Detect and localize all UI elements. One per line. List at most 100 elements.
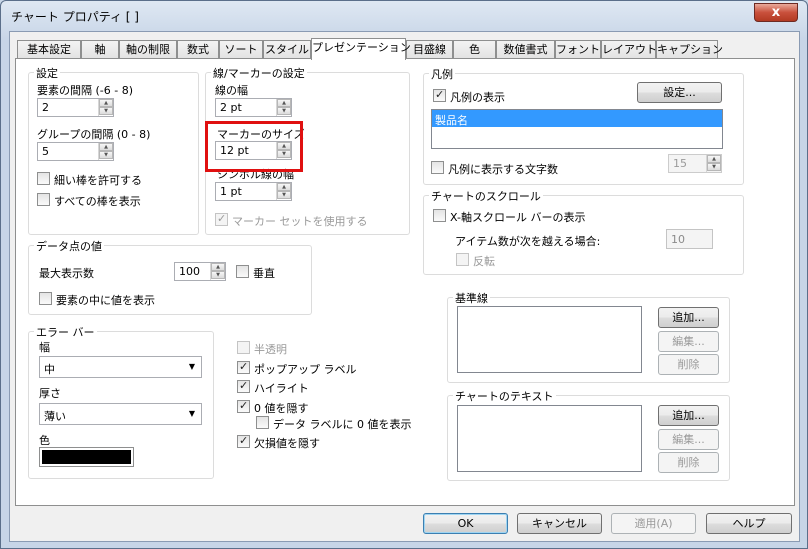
allow-thin-bars-checkbox[interactable] <box>37 172 50 185</box>
help-button[interactable]: ヘルプ <box>706 513 792 534</box>
spin-up-icon[interactable]: ▲ <box>211 263 225 271</box>
reference-lines-listbox[interactable] <box>457 306 642 373</box>
hide-missing-checkbox[interactable] <box>237 434 250 448</box>
tab-2[interactable]: 軸の制限 <box>119 40 177 59</box>
tab-9[interactable]: 数値書式 <box>496 40 555 59</box>
legend-items: 製品名 <box>432 110 722 127</box>
max-display-spinner[interactable]: 100 ▲ ▼ <box>174 262 226 281</box>
legend-list-item[interactable]: 製品名 <box>432 110 722 127</box>
reference-add-button[interactable]: 追加... <box>658 307 719 328</box>
tab-0[interactable]: 基本設定 <box>17 40 81 59</box>
x-scroll-checkbox[interactable] <box>433 209 446 222</box>
cancel-button[interactable]: キャンセル <box>517 513 602 534</box>
show-inside-checkbox[interactable] <box>39 292 52 305</box>
apply-button[interactable]: 適用(A) <box>611 513 696 534</box>
max-display-value: 100 <box>179 265 200 278</box>
chevron-down-icon: ▼ <box>188 362 195 371</box>
reference-lines-title: 基準線 <box>453 290 490 306</box>
color-label: 色 <box>39 434 50 447</box>
limit-chars-spinner[interactable]: 15 ▲ ▼ <box>668 154 722 173</box>
spin-up-icon[interactable]: ▲ <box>99 99 113 107</box>
element-spacing-value: 2 <box>42 101 49 114</box>
ok-button[interactable]: OK <box>423 513 508 534</box>
limit-chars-value: 15 <box>673 157 687 170</box>
allow-thin-bars-label: 細い棒を許可する <box>54 174 142 187</box>
show-legend-label: 凡例の表示 <box>450 91 505 104</box>
popup-label-checkbox[interactable] <box>237 360 250 374</box>
data-label-zero-label: データ ラベルに 0 値を表示 <box>273 418 412 431</box>
x-scroll-label: X-軸スクロール バーの表示 <box>450 211 586 224</box>
spin-down-icon[interactable]: ▼ <box>277 191 291 199</box>
tab-10[interactable]: フォント <box>555 40 601 59</box>
hide-zero-checkbox[interactable] <box>237 399 250 413</box>
error-width-dropdown[interactable]: 中 ▼ <box>39 356 202 378</box>
spin-up-icon[interactable]: ▲ <box>99 143 113 151</box>
show-legend-checkbox[interactable] <box>433 88 446 102</box>
use-marker-set-checkbox[interactable] <box>215 212 228 226</box>
chevron-down-icon: ▼ <box>188 409 195 418</box>
item-count-label: アイテム数が次を越える場合: <box>455 235 601 248</box>
limit-chars-checkbox[interactable] <box>431 161 444 174</box>
chart-text-edit-button[interactable]: 編集... <box>658 429 719 450</box>
tab-5[interactable]: スタイル <box>263 40 311 59</box>
color-swatch <box>42 450 131 464</box>
reference-delete-button[interactable]: 削除 <box>658 354 719 375</box>
presentation-tab-panel: 設定 要素の間隔 (-6 - 8) 2 ▲ ▼ グループの間隔 (0 - 8) 5… <box>15 58 795 506</box>
group-spacing-spinner[interactable]: 5 ▲ ▼ <box>37 142 114 161</box>
close-button[interactable]: x <box>754 3 798 22</box>
tab-1[interactable]: 軸 <box>81 40 119 59</box>
show-all-bars-label: すべての棒を表示 <box>54 195 141 208</box>
tab-7[interactable]: 目盛線 <box>406 40 453 59</box>
tab-8[interactable]: 色 <box>453 40 496 59</box>
scroll-title: チャートのスクロール <box>429 188 543 204</box>
hide-zero-label: 0 値を隠す <box>254 402 309 415</box>
semi-transparent-checkbox[interactable] <box>237 341 250 354</box>
chart-properties-dialog: チャート プロパティ [ ] x 基本設定軸軸の制限 数式 ソート スタイル プレゼンテ… <box>0 0 808 549</box>
vertical-checkbox[interactable] <box>236 265 249 278</box>
tab-6[interactable]: プレゼンテーション <box>311 38 411 60</box>
item-count-input[interactable]: 10 <box>666 229 713 249</box>
chart-text-add-button[interactable]: 追加... <box>658 405 719 426</box>
spin-up-icon[interactable]: ▲ <box>707 155 721 163</box>
symbol-line-width-value: 1 pt <box>220 185 242 198</box>
chart-text-delete-button[interactable]: 削除 <box>658 452 719 473</box>
spin-up-icon[interactable]: ▲ <box>277 183 291 191</box>
hide-missing-label: 欠損値を隠す <box>254 437 320 450</box>
thickness-label: 厚さ <box>39 387 61 400</box>
highlight-checkbox[interactable] <box>237 379 250 393</box>
reverse-label: 反転 <box>473 255 495 268</box>
tab-4[interactable]: ソート <box>219 40 263 59</box>
spin-down-icon[interactable]: ▼ <box>277 107 291 115</box>
thickness-value: 薄い <box>44 410 66 423</box>
show-inside-label: 要素の中に値を表示 <box>56 294 155 307</box>
spin-down-icon[interactable]: ▼ <box>211 271 225 279</box>
popup-label-label: ポップアップ ラベル <box>254 363 357 376</box>
reference-edit-button[interactable]: 編集... <box>658 331 719 352</box>
chart-text-listbox[interactable] <box>457 405 642 472</box>
tab-12[interactable]: キャプション <box>656 40 723 59</box>
tab-3[interactable]: 数式 <box>177 40 219 59</box>
element-spacing-spinner[interactable]: 2 ▲ ▼ <box>37 98 114 117</box>
window-title: チャート プロパティ [ ] <box>11 10 139 24</box>
line-width-spinner[interactable]: 2 pt ▲ ▼ <box>215 98 292 117</box>
show-all-bars-checkbox[interactable] <box>37 193 50 206</box>
spin-down-icon[interactable]: ▼ <box>99 151 113 159</box>
thickness-dropdown[interactable]: 薄い ▼ <box>39 403 202 425</box>
symbol-line-width-spinner[interactable]: 1 pt ▲ ▼ <box>215 182 292 201</box>
error-width-label: 幅 <box>39 341 50 354</box>
reverse-checkbox[interactable] <box>456 253 469 266</box>
spin-up-icon[interactable]: ▲ <box>277 99 291 107</box>
line-width-label: 線の幅 <box>215 84 248 97</box>
highlight-label: ハイライト <box>254 382 309 395</box>
group-spacing-label: グループの間隔 (0 - 8) <box>37 128 151 141</box>
data-point-title: データ点の値 <box>34 238 104 254</box>
spin-down-icon[interactable]: ▼ <box>99 107 113 115</box>
tab-11[interactable]: レイアウト <box>601 40 657 59</box>
group-spacing-value: 5 <box>42 145 49 158</box>
color-picker-button[interactable] <box>39 447 134 467</box>
legend-settings-button[interactable]: 設定... <box>637 82 722 103</box>
limit-chars-label: 凡例に表示する文字数 <box>448 163 558 176</box>
data-label-zero-checkbox[interactable] <box>256 416 269 429</box>
legend-listbox[interactable]: 製品名 <box>431 109 723 149</box>
spin-down-icon[interactable]: ▼ <box>707 163 721 171</box>
